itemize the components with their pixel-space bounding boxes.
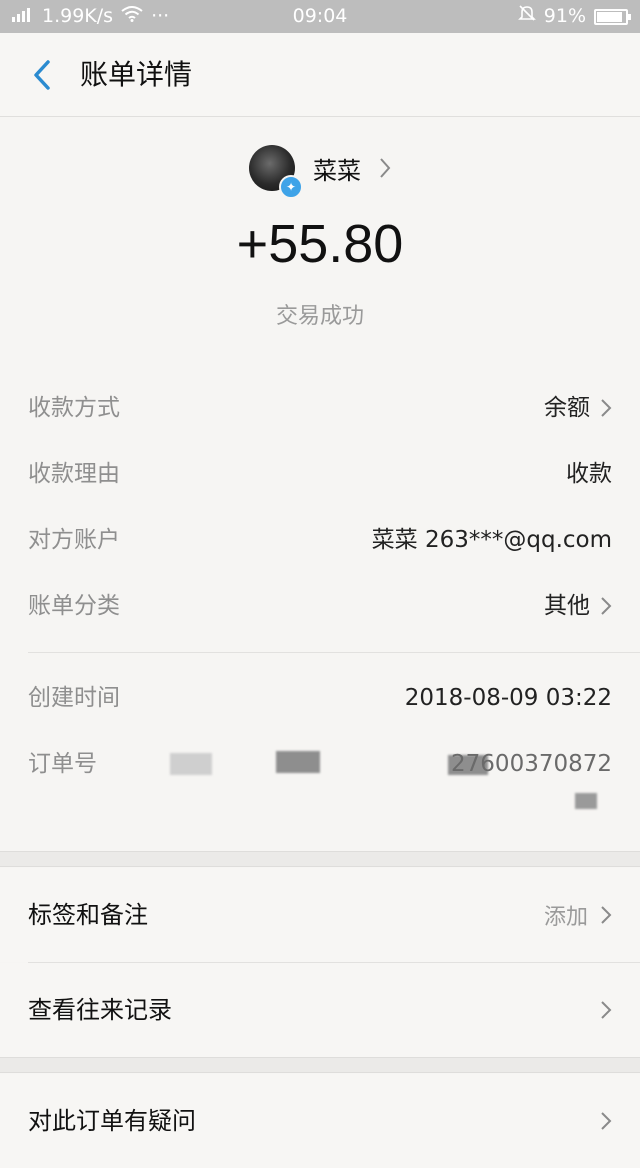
transaction-amount: +55.80: [236, 214, 404, 274]
section-gap: [0, 1057, 640, 1073]
detail-row-order-number: 创建时间 订单号 27600370872: [0, 731, 640, 841]
page-title: 账单详情: [80, 58, 193, 91]
action-row-tags-notes[interactable]: 标签和备注 添加: [0, 868, 640, 962]
action-label: 对此订单有疑问: [28, 1107, 196, 1135]
mute-bell-icon: [517, 0, 536, 33]
order-number: 27600370872: [451, 751, 612, 777]
detail-row-payment-method[interactable]: 收款方式 余额: [0, 375, 640, 441]
verified-badge-icon: ✦: [279, 175, 303, 199]
redacted-block: [575, 793, 597, 809]
status-right: 91%: [517, 0, 631, 33]
payee-link[interactable]: ✦ 菜菜: [0, 143, 640, 199]
detail-value: 菜菜 263***@qq.com: [371, 527, 612, 553]
chevron-left-icon: [34, 60, 50, 90]
detail-label: 订单号: [28, 751, 97, 777]
detail-value: 余额: [544, 375, 612, 441]
back-button[interactable]: [20, 53, 64, 97]
detail-label: 账单分类: [28, 593, 120, 619]
detail-value: 2018-08-09 03:22: [404, 685, 612, 711]
payee-name: 菜菜: [313, 156, 361, 185]
action-label: 查看往来记录: [28, 996, 172, 1024]
transaction-status: 交易成功: [275, 304, 364, 329]
battery-percent: 91%: [543, 5, 586, 27]
redacted-block: [276, 751, 320, 773]
detail-value: 其他: [544, 573, 612, 639]
action-row-history[interactable]: 查看往来记录: [0, 963, 640, 1057]
action-right: 添加: [544, 868, 612, 962]
detail-label: 对方账户: [28, 527, 120, 553]
status-bar: 1.99K/s ··· 09:04 91%: [0, 0, 640, 33]
transaction-summary: ✦ 菜菜 +55.80 交易成功: [0, 118, 640, 348]
chevron-right-icon: [380, 158, 391, 178]
action-row-order-question[interactable]: 对此订单有疑问: [0, 1074, 640, 1168]
divider: [28, 652, 640, 653]
add-link: 添加: [543, 905, 588, 930]
section-gap: [0, 851, 640, 867]
action-label: 标签和备注: [28, 901, 148, 929]
battery-icon: [594, 8, 631, 25]
chevron-right-icon: [601, 906, 612, 924]
avatar: ✦: [249, 145, 303, 199]
detail-row-category[interactable]: 账单分类 其他: [0, 573, 640, 639]
detail-label: 创建时间: [28, 685, 120, 711]
action-right: [600, 1074, 612, 1168]
detail-label: 收款方式: [28, 395, 120, 421]
action-right: [600, 963, 612, 1057]
detail-value: 收款: [566, 461, 612, 487]
redacted-block: [170, 753, 212, 775]
chevron-right-icon: [601, 597, 612, 615]
chevron-right-icon: [601, 399, 612, 417]
detail-row-reason: 收款理由 收款: [0, 441, 640, 507]
nav-header: 账单详情: [0, 33, 640, 117]
chevron-right-icon: [601, 1001, 612, 1019]
detail-label: 收款理由: [28, 461, 120, 487]
chevron-right-icon: [601, 1112, 612, 1130]
detail-row-created-time: 创建时间 2018-08-09 03:22: [0, 665, 640, 731]
detail-row-counterparty: 对方账户 菜菜 263***@qq.com: [0, 507, 640, 573]
